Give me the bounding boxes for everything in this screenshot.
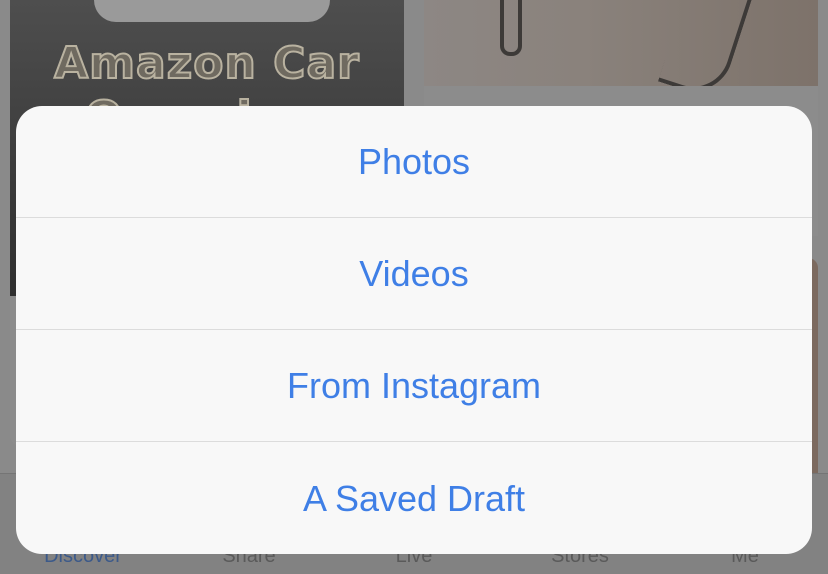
feed-card-image bbox=[424, 0, 818, 86]
image-overlay-text: Amazon Car bbox=[53, 37, 360, 90]
wire-photo-detail bbox=[657, 0, 755, 86]
screen: Amazon Car Organizer Discover Share Live… bbox=[0, 0, 828, 574]
videos-option[interactable]: Videos bbox=[16, 218, 812, 330]
from-instagram-option[interactable]: From Instagram bbox=[16, 330, 812, 442]
photos-option[interactable]: Photos bbox=[16, 106, 812, 218]
saved-draft-option[interactable]: A Saved Draft bbox=[16, 442, 812, 554]
product-photo bbox=[94, 0, 330, 22]
hook-photo-detail bbox=[500, 0, 522, 56]
action-sheet: Photos Videos From Instagram A Saved Dra… bbox=[16, 106, 812, 554]
